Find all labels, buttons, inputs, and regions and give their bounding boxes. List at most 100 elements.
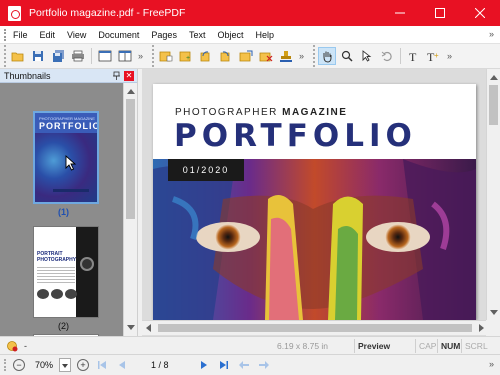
thumbnail-cover-title: PORTFOLIO	[39, 121, 99, 131]
scroll-up-arrow-icon[interactable]	[127, 89, 135, 94]
thumbnails-panel: Thumbnails ✕ PHOTOGRAPHER MAGAZINE PORTF…	[0, 69, 138, 336]
pin-icon[interactable]	[112, 71, 121, 80]
zoom-in-button[interactable]: +	[77, 359, 90, 371]
close-thumbnails-button[interactable]: ✕	[124, 71, 134, 81]
delete-page-button[interactable]	[257, 47, 275, 65]
save-all-button[interactable]	[49, 47, 67, 65]
last-page-icon	[219, 361, 228, 369]
scrollbar-thumb[interactable]	[158, 324, 472, 332]
maximize-icon	[435, 8, 445, 18]
scroll-down-arrow-icon[interactable]	[490, 310, 498, 315]
next-page-button[interactable]	[197, 358, 211, 372]
last-page-button[interactable]	[217, 358, 231, 372]
undo-button[interactable]	[378, 47, 396, 65]
go-forward-button[interactable]	[257, 358, 271, 372]
open-button[interactable]	[9, 47, 27, 65]
scroll-right-arrow-icon[interactable]	[479, 324, 484, 332]
page-indicator[interactable]: 1 / 8	[151, 360, 169, 370]
document-page[interactable]: PHOTOGRAPHER MAGAZINE PORTFOLIO 01/2020	[153, 84, 476, 320]
zoom-out-button[interactable]: −	[13, 359, 25, 371]
add-text-button[interactable]: T +	[425, 47, 443, 65]
pointer-icon	[362, 50, 372, 62]
folder-open-icon	[11, 52, 24, 62]
maximize-button[interactable]	[420, 0, 460, 26]
scrollbar-thumb[interactable]	[126, 99, 135, 219]
toolbar-separator	[91, 48, 92, 64]
document-vertical-scrollbar[interactable]	[486, 69, 500, 321]
thumbnail-page-2[interactable]: PORTRAIT PHOTOGRAPHY	[33, 226, 99, 318]
add-page-button[interactable]: +	[177, 47, 195, 65]
menu-view[interactable]: View	[61, 30, 92, 40]
save-icon	[33, 51, 43, 61]
toolbar-separator	[400, 48, 402, 64]
thumbnail-photo-strip	[37, 289, 77, 299]
status-bar: - 6.19 x 8.75 in Preview CAP NUM SCRL	[0, 336, 500, 354]
text-tool-button[interactable]: T	[405, 47, 423, 65]
menu-document[interactable]: Document	[92, 30, 145, 40]
scroll-down-arrow-icon[interactable]	[127, 325, 135, 330]
thumbnail-text-lines	[37, 267, 75, 285]
menu-file[interactable]: File	[7, 30, 34, 40]
zoom-dropdown[interactable]	[59, 358, 72, 372]
print-button[interactable]	[69, 47, 87, 65]
menu-text[interactable]: Text	[183, 30, 212, 40]
single-page-view-button[interactable]	[96, 47, 114, 65]
menu-object[interactable]: Object	[211, 30, 249, 40]
toolbar: » + » T T + »	[0, 44, 500, 69]
status-message: -	[24, 340, 27, 351]
navigation-overflow-button[interactable]: »	[489, 359, 494, 369]
stamp-button[interactable]	[277, 47, 295, 65]
issue-date-badge: 01/2020	[168, 159, 244, 181]
scroll-up-arrow-icon[interactable]	[490, 75, 498, 80]
rotate-right-button[interactable]	[217, 47, 235, 65]
cover-photo: 01/2020	[153, 159, 476, 320]
thumbnail-label-2: (2)	[58, 321, 69, 331]
select-tool-button[interactable]	[358, 47, 376, 65]
rotate-left-button[interactable]	[197, 47, 215, 65]
magnifier-icon	[341, 50, 353, 62]
toolbar-file-group: »	[4, 45, 148, 67]
hand-tool-button[interactable]	[318, 47, 337, 65]
svg-text:+: +	[434, 51, 439, 60]
scroll-left-arrow-icon[interactable]	[146, 324, 151, 332]
go-back-icon	[238, 361, 249, 369]
thumbnail-page-1[interactable]: PHOTOGRAPHER MAGAZINE PORTFOLIO	[33, 111, 99, 204]
go-back-button[interactable]	[237, 358, 251, 372]
extract-page-button[interactable]	[237, 47, 255, 65]
toolbar-overflow-1[interactable]: »	[138, 51, 143, 61]
two-page-view-button[interactable]	[116, 47, 134, 65]
svg-text:T: T	[409, 50, 417, 62]
zoom-level[interactable]: 70%	[35, 360, 53, 370]
toolbar-overflow-2[interactable]: »	[299, 51, 304, 61]
printer-icon	[72, 50, 84, 62]
scrollbar-thumb[interactable]	[489, 85, 498, 125]
save-button[interactable]	[29, 47, 47, 65]
first-page-button[interactable]	[95, 358, 109, 372]
zoom-tool-button[interactable]	[338, 47, 356, 65]
add-page-icon: +	[179, 51, 191, 62]
menu-bar: File Edit View Document Pages Text Objec…	[0, 26, 500, 44]
thumbnails-header: Thumbnails ✕	[0, 69, 137, 83]
menu-edit[interactable]: Edit	[34, 30, 62, 40]
menu-pages[interactable]: Pages	[145, 30, 183, 40]
thumbnail-list[interactable]: PHOTOGRAPHER MAGAZINE PORTFOLIO (1) PORT…	[0, 83, 124, 336]
navigation-grip[interactable]	[4, 359, 7, 371]
minimize-icon	[395, 12, 405, 14]
insert-page-icon	[159, 51, 173, 62]
menu-help[interactable]: Help	[249, 30, 280, 40]
caps-lock-indicator: CAP	[415, 339, 439, 353]
text-tool-icon: T	[409, 50, 417, 62]
toolbar-overflow-3[interactable]: »	[447, 51, 452, 61]
close-window-button[interactable]	[460, 0, 500, 26]
document-horizontal-scrollbar[interactable]	[142, 320, 488, 335]
minimize-button[interactable]	[380, 0, 420, 26]
menu-overflow-button[interactable]: »	[489, 29, 494, 39]
go-forward-icon	[258, 361, 269, 369]
previous-page-button[interactable]	[115, 358, 129, 372]
extract-page-icon	[239, 50, 253, 62]
save-all-icon	[52, 49, 64, 62]
thumbnails-vertical-scrollbar[interactable]	[123, 83, 137, 336]
insert-page-button[interactable]	[157, 47, 175, 65]
scroll-lock-indicator: SCRL	[461, 339, 491, 353]
layers-icon[interactable]	[6, 340, 18, 352]
